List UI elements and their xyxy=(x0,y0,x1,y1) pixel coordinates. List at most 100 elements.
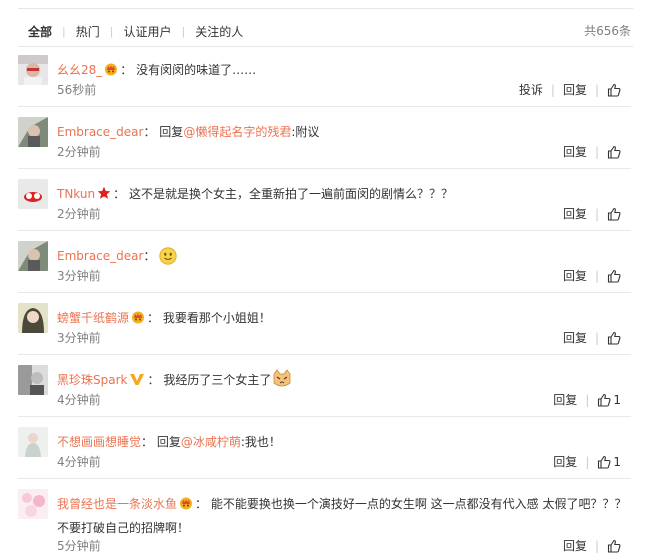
comment-divider xyxy=(18,354,631,355)
avatar[interactable] xyxy=(18,489,48,519)
comment-colon: ： xyxy=(143,249,156,263)
comment-username[interactable]: 幺幺28_ xyxy=(57,63,102,77)
action-separator: | xyxy=(594,82,599,97)
comment-actions: 回复 | 1 xyxy=(553,453,621,470)
action-separator: | xyxy=(594,206,599,221)
like-button[interactable] xyxy=(607,331,621,345)
reply-button[interactable]: 回复 xyxy=(563,329,587,346)
comment-actions: 回复 | xyxy=(563,537,621,554)
comment-body: 我曾经也是一条淡水鱼 ： 能不能要换也换一个演技好一点的女生啊 这一点都没有代入感… xyxy=(57,493,631,539)
reply-button[interactable]: 回复 xyxy=(563,537,587,554)
like-button[interactable] xyxy=(607,539,621,553)
comment-username[interactable]: 黑珍珠Spark xyxy=(57,373,127,387)
action-separator: | xyxy=(594,538,599,553)
avatar[interactable] xyxy=(18,179,48,209)
like-button[interactable] xyxy=(607,145,621,159)
comment-body: 黑珍珠Spark ： 我经历了三个女主了 xyxy=(57,369,631,396)
avatar[interactable] xyxy=(18,427,48,457)
comment-body: Embrace_dear： 回复@懒得起名字的残君:附议 xyxy=(57,121,631,143)
comment-username[interactable]: 我曾经也是一条淡水鱼 xyxy=(57,497,177,511)
tab-separator: | xyxy=(62,24,66,38)
like-button[interactable] xyxy=(607,269,621,283)
report-button[interactable]: 投诉 xyxy=(519,81,543,98)
comment-body: 不想画画想睡觉： 回复@冰咸柠萌:我也！ xyxy=(57,431,631,453)
comment-body: 螃蟹千纸鹤源 ： 我要看那个小姐姐！ xyxy=(57,307,631,331)
avatar[interactable] xyxy=(18,241,48,271)
comment-time: 5分钟前 xyxy=(57,539,101,553)
comment-text: :附议 xyxy=(291,125,320,139)
comment-time: 2分钟前 xyxy=(57,207,101,221)
comment-text: :我也！ xyxy=(240,435,281,449)
crown-badge-icon xyxy=(104,61,118,83)
like-button[interactable] xyxy=(607,83,621,97)
comment-colon: ： xyxy=(147,311,160,325)
comment-item: 黑珍珠Spark ： 我经历了三个女主了 4分钟前 回复 | 1 xyxy=(18,365,631,417)
comment-actions: 回复 | xyxy=(563,143,621,160)
action-separator: | xyxy=(594,144,599,159)
like-button[interactable]: 1 xyxy=(597,455,621,469)
comment-time: 3分钟前 xyxy=(57,331,101,345)
comment-text: 我要看那个小姐姐！ xyxy=(162,311,271,325)
comment-body: TNkun ： 这不是就是换个女主，全重新拍了一遍前面闵的剧情么？？？ xyxy=(57,183,631,207)
thumbs-up-icon xyxy=(607,145,621,159)
comment-divider xyxy=(18,230,631,231)
comment-divider xyxy=(18,168,631,169)
crown-badge-icon xyxy=(179,495,193,517)
thumbs-up-icon xyxy=(607,269,621,283)
reply-button[interactable]: 回复 xyxy=(563,267,587,284)
avatar[interactable] xyxy=(18,303,48,333)
reply-button[interactable]: 回复 xyxy=(553,391,577,408)
smile-emoji-icon xyxy=(159,247,178,272)
comment-item: 幺幺28_ ： 没有闵闵的味道了…… 56秒前 投诉 | 回复 | xyxy=(18,55,631,107)
thumbs-up-icon xyxy=(598,393,611,407)
comment-username[interactable]: 不想画画想睡觉 xyxy=(57,435,141,449)
comment-username[interactable]: Embrace_dear xyxy=(57,125,143,139)
star-badge-icon xyxy=(97,185,111,207)
reply-button[interactable]: 回复 xyxy=(563,81,587,98)
comment-item: 螃蟹千纸鹤源 ： 我要看那个小姐姐！ 3分钟前 回复 | xyxy=(18,303,631,355)
comment-username[interactable]: Embrace_dear xyxy=(57,249,143,263)
mention-link[interactable]: @懒得起名字的残君 xyxy=(183,125,291,139)
comment-text: 我经历了三个女主了 xyxy=(163,373,272,387)
comment-item: TNkun： 这不是就是换个女主，全重新拍了一遍前面闵的剧情么？？？ 2分钟前 … xyxy=(18,179,631,231)
comment-colon: ： xyxy=(195,497,208,511)
mention-link[interactable]: @冰咸柠萌 xyxy=(181,435,241,449)
avatar[interactable] xyxy=(18,117,48,147)
reply-button[interactable]: 回复 xyxy=(563,143,587,160)
comment-time: 2分钟前 xyxy=(57,145,101,159)
tabs-divider xyxy=(18,46,633,47)
comment-colon: ： xyxy=(113,187,126,201)
comment-divider xyxy=(18,478,631,479)
comment-actions: 回复 | 1 xyxy=(553,391,621,408)
comment-time: 3分钟前 xyxy=(57,269,101,283)
action-separator: | xyxy=(550,82,555,97)
tab-separator: | xyxy=(181,24,186,38)
comment-username[interactable]: 螃蟹千纸鹤源 xyxy=(57,311,129,325)
comment-colon: ： xyxy=(120,63,133,77)
filter-tabs: 全部 | 热门 | 认证用户 | 关注的人 xyxy=(28,22,243,40)
comment-colon: ： xyxy=(143,125,156,139)
tab-verified[interactable]: 认证用户 xyxy=(123,23,171,40)
thumbs-up-icon xyxy=(607,207,621,221)
top-divider xyxy=(18,8,633,9)
like-count: 1 xyxy=(613,454,621,469)
comment-divider xyxy=(18,106,631,107)
comment-item: 不想画画想睡觉： 回复@冰咸柠萌:我也！ 4分钟前 回复 | 1 xyxy=(18,427,631,479)
reply-button[interactable]: 回复 xyxy=(553,453,577,470)
comment-time: 4分钟前 xyxy=(57,455,101,469)
reply-prefix: 回复 xyxy=(156,435,181,449)
avatar[interactable] xyxy=(18,365,48,395)
avatar[interactable] xyxy=(18,55,48,85)
comment-item: Embrace_dear： 回复@懒得起名字的残君:附议 2分钟前 回复 | xyxy=(18,117,631,169)
tab-all[interactable]: 全部 xyxy=(28,23,52,40)
tab-following[interactable]: 关注的人 xyxy=(195,23,243,40)
like-button[interactable] xyxy=(607,207,621,221)
reply-button[interactable]: 回复 xyxy=(563,205,587,222)
like-button[interactable]: 1 xyxy=(597,393,621,407)
comment-time: 56秒前 xyxy=(57,83,97,97)
comment-text: 没有闵闵的味道了…… xyxy=(136,63,257,77)
comment-username[interactable]: TNkun xyxy=(57,187,95,201)
comment-actions: 投诉 | 回复 | xyxy=(519,81,621,98)
tab-hot[interactable]: 热门 xyxy=(76,23,100,40)
action-separator: | xyxy=(594,268,599,283)
